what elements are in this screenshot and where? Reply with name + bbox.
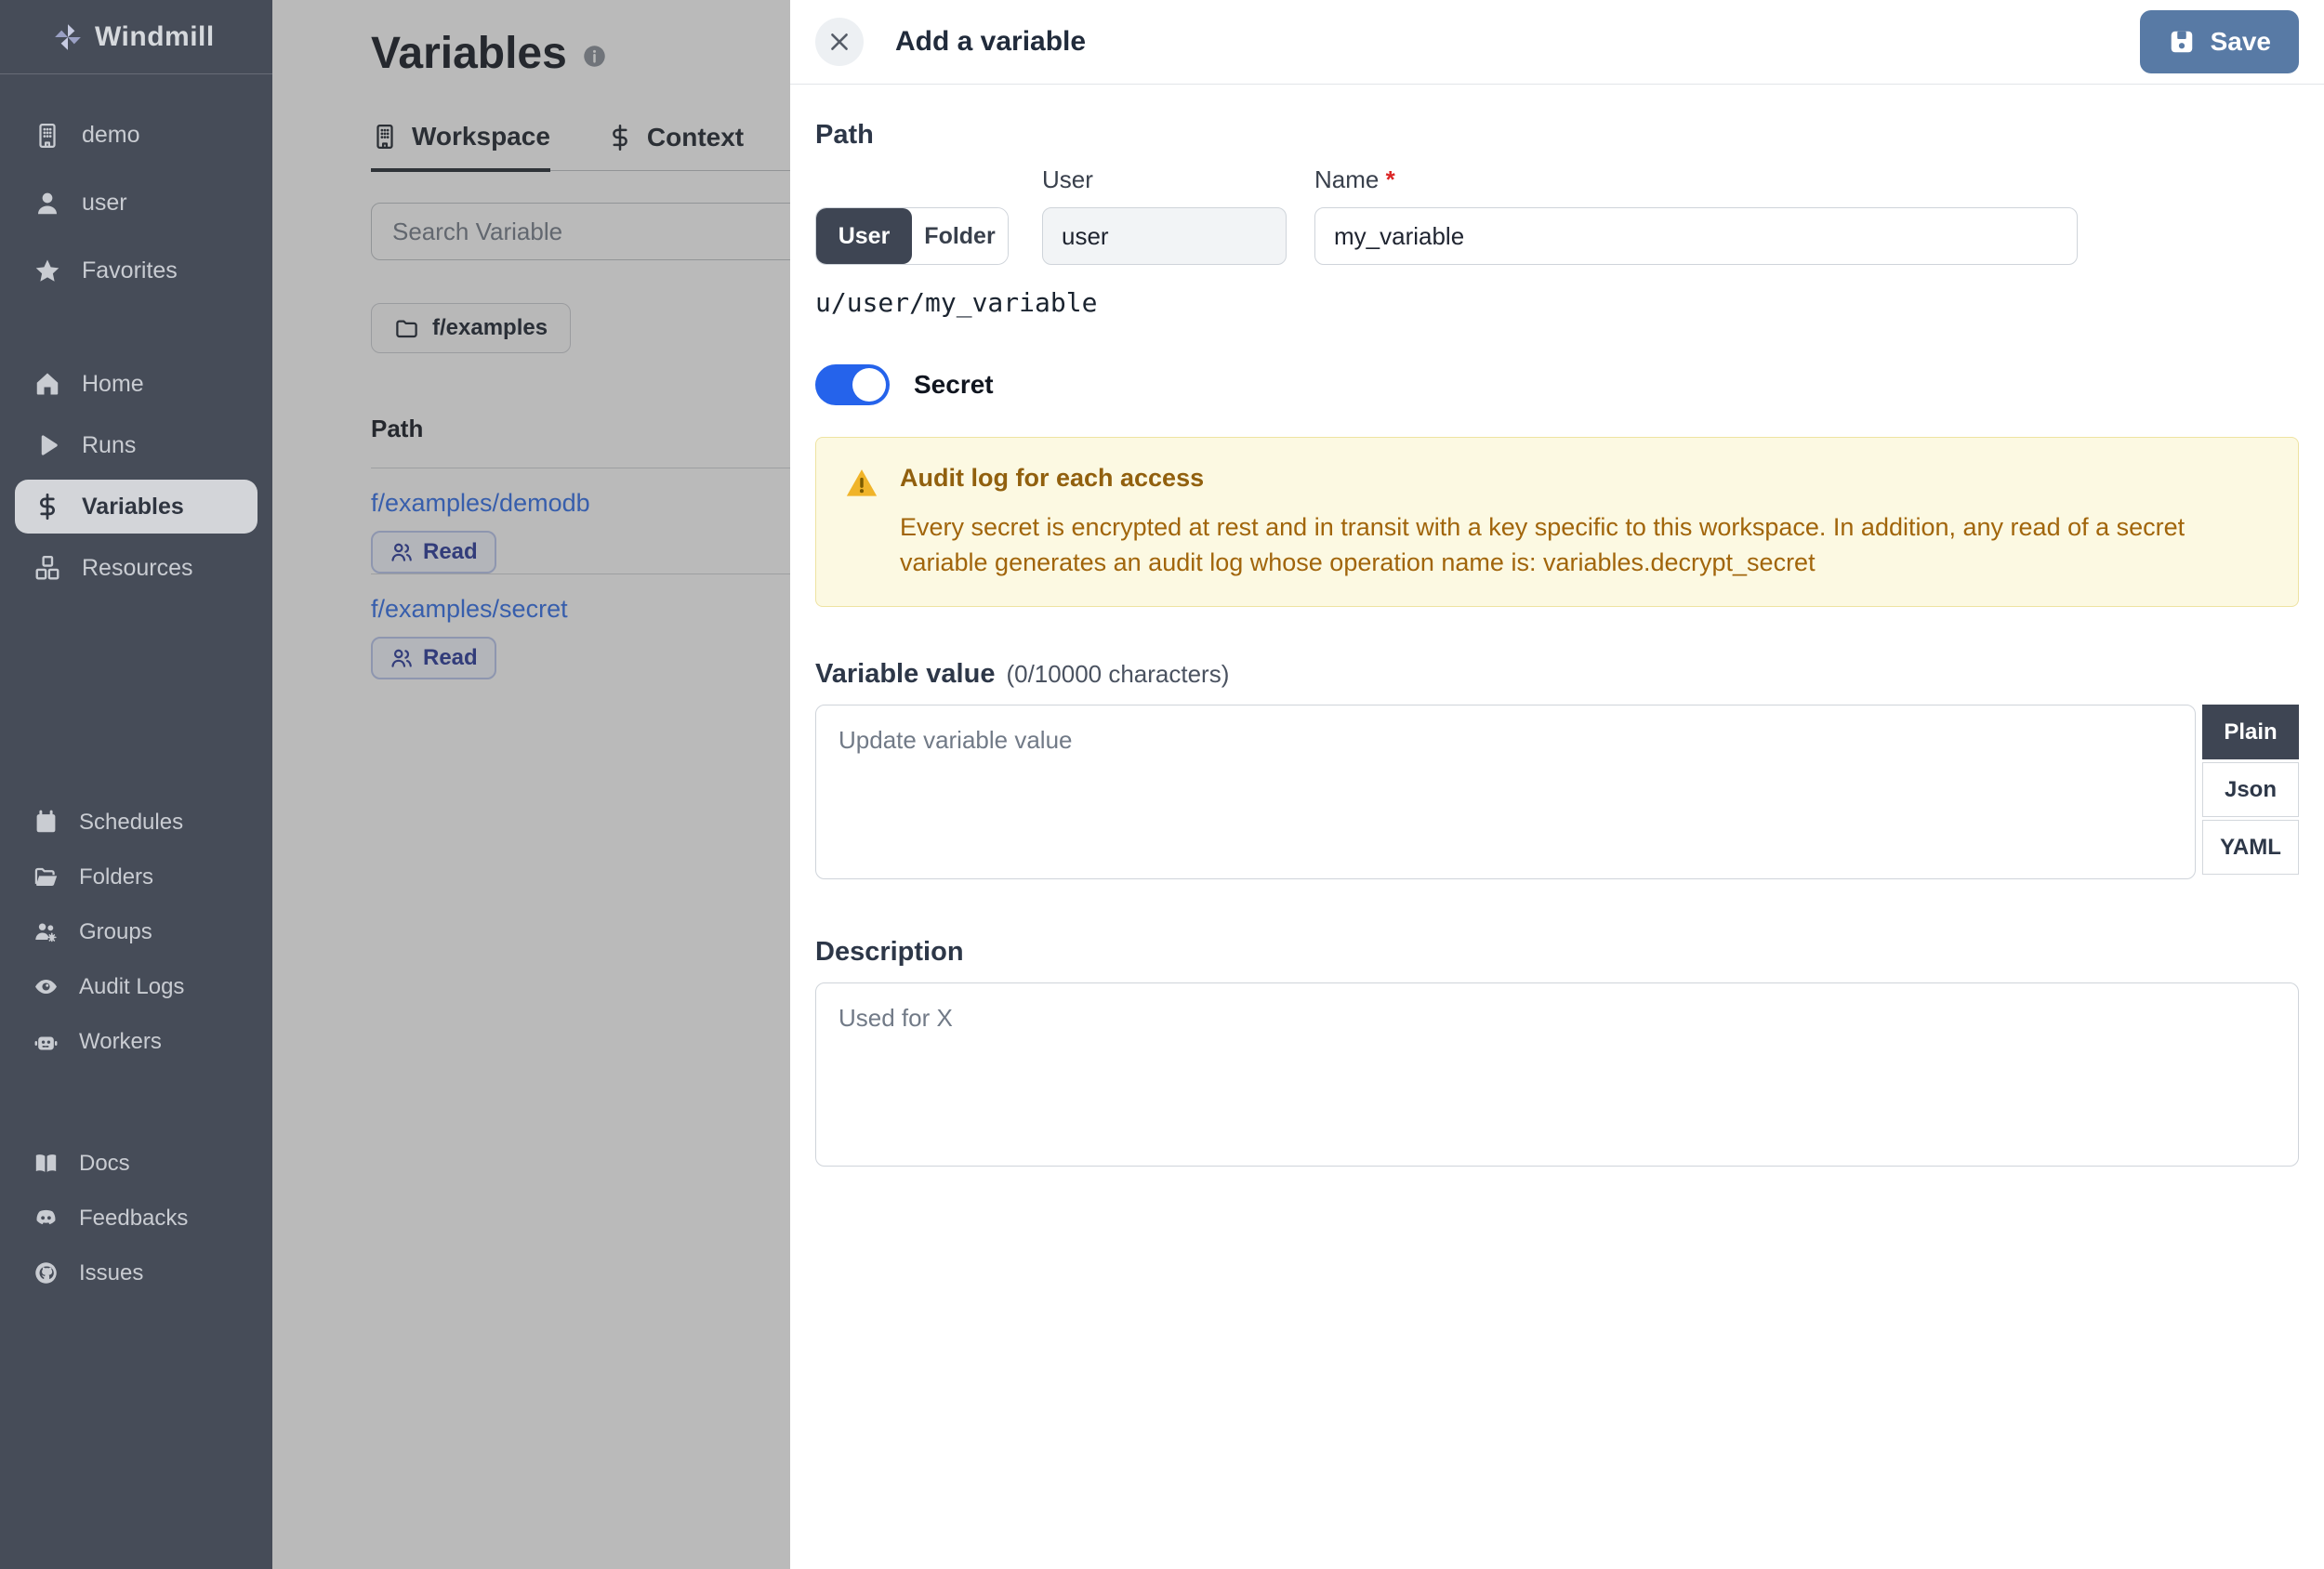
required-asterisk: * — [1385, 165, 1395, 193]
logo-text: Windmill — [95, 20, 215, 52]
sidebar-footer-group: Docs Feedbacks Issues — [0, 1136, 272, 1300]
variable-value-heading: Variable value — [815, 659, 996, 689]
calendar-icon — [33, 810, 59, 835]
sidebar-item-label: Feedbacks — [79, 1205, 189, 1231]
github-icon — [33, 1260, 59, 1286]
description-heading: Description — [815, 937, 964, 967]
variable-value-textarea[interactable] — [815, 705, 2196, 879]
drawer-header: Add a variable Save — [790, 0, 2324, 85]
owner-kind-toggle: User Folder — [815, 207, 1009, 265]
format-tab-plain[interactable]: Plain — [2202, 705, 2299, 759]
format-tab-json[interactable]: Json — [2202, 762, 2299, 817]
drawer-backdrop[interactable] — [272, 0, 790, 1569]
robot-icon — [33, 1029, 59, 1054]
sidebar-item-groups[interactable]: Groups — [0, 904, 272, 959]
building-icon — [33, 122, 61, 150]
eye-icon — [33, 974, 59, 999]
sidebar-item-label: Runs — [82, 431, 137, 458]
play-icon — [33, 431, 61, 459]
sidebar-item-label: Issues — [79, 1259, 144, 1286]
sidebar-item-label: user — [82, 190, 127, 216]
sidebar-item-label: Docs — [79, 1150, 130, 1176]
owner-kind-folder-button[interactable]: Folder — [912, 208, 1008, 264]
format-tab-yaml[interactable]: YAML — [2202, 820, 2299, 875]
sidebar-item-label: Variables — [82, 493, 184, 520]
save-icon — [2168, 28, 2196, 56]
description-textarea[interactable] — [815, 982, 2299, 1167]
sidebar-item-label: Groups — [79, 918, 152, 944]
sidebar-item-docs[interactable]: Docs — [0, 1136, 272, 1191]
drawer-title: Add a variable — [895, 26, 1087, 57]
secret-toggle[interactable] — [815, 364, 890, 405]
path-fields-row: User Folder User Name * — [815, 165, 2299, 265]
add-variable-drawer: Add a variable Save Path User Folder Use… — [790, 0, 2324, 1569]
sidebar-nav-group: Home Runs Variables Resources — [0, 353, 272, 599]
sidebar-item-favorites[interactable]: Favorites — [0, 237, 272, 305]
sidebar-workspace-group: demo user Favorites — [0, 101, 272, 305]
full-path-preview: u/user/my_variable — [815, 287, 1098, 318]
close-icon — [831, 33, 848, 50]
sidebar-item-feedbacks[interactable]: Feedbacks — [0, 1191, 272, 1246]
dollar-icon — [33, 493, 61, 521]
user-icon — [33, 190, 61, 218]
sidebar-admin-group: Schedules Folders Groups Audit Logs Work… — [0, 795, 272, 1069]
sidebar-item-label: Audit Logs — [79, 973, 185, 999]
format-tabs: Plain Json YAML — [2202, 705, 2299, 875]
boxes-icon — [33, 554, 61, 582]
owner-kind-user-button[interactable]: User — [816, 208, 912, 264]
name-field-label: Name * — [1314, 165, 1395, 193]
name-field[interactable] — [1314, 207, 2078, 265]
sidebar-item-variables[interactable]: Variables — [15, 480, 257, 534]
value-editor: Plain Json YAML — [815, 705, 2299, 879]
sidebar-item-runs[interactable]: Runs — [0, 415, 272, 476]
secret-toggle-label: Secret — [914, 370, 994, 399]
sidebar-item-label: Schedules — [79, 809, 184, 835]
sidebar-item-workers[interactable]: Workers — [0, 1014, 272, 1069]
sidebar-item-label: Resources — [82, 554, 193, 581]
discord-icon — [33, 1206, 59, 1231]
user-field-label: User — [1042, 165, 1093, 193]
save-button[interactable]: Save — [2139, 10, 2299, 73]
book-icon — [33, 1151, 59, 1176]
sidebar-item-user[interactable]: user — [0, 169, 272, 237]
secret-row: Secret — [815, 364, 2299, 405]
sidebar: Windmill demo user Favorites Home Runs V… — [0, 0, 272, 1569]
character-counter: (0/10000 characters) — [1006, 660, 1230, 688]
warning-title: Audit log for each access — [900, 464, 1205, 492]
sidebar-item-home[interactable]: Home — [0, 353, 272, 415]
warning-body: Every secret is encrypted at rest and in… — [900, 513, 2185, 576]
sidebar-item-label: Folders — [79, 864, 154, 890]
close-button[interactable] — [815, 18, 864, 66]
sidebar-item-audit-logs[interactable]: Audit Logs — [0, 959, 272, 1014]
sidebar-item-schedules[interactable]: Schedules — [0, 795, 272, 850]
folder-open-icon — [33, 864, 59, 890]
users-gear-icon — [33, 919, 59, 944]
toggle-knob — [852, 368, 886, 402]
sidebar-item-issues[interactable]: Issues — [0, 1246, 272, 1300]
home-icon — [33, 370, 61, 398]
audit-log-warning: Audit log for each access Every secret i… — [815, 437, 2299, 607]
logo[interactable]: Windmill — [0, 0, 272, 74]
star-icon — [33, 257, 61, 285]
sidebar-item-label: demo — [82, 122, 140, 148]
path-section-heading: Path — [815, 120, 874, 150]
sidebar-item-label: Workers — [79, 1028, 162, 1054]
sidebar-item-label: Home — [82, 370, 144, 397]
windmill-logo-icon — [52, 21, 84, 53]
sidebar-item-label: Favorites — [82, 257, 178, 283]
sidebar-item-resources[interactable]: Resources — [0, 537, 272, 599]
save-button-label: Save — [2210, 27, 2271, 56]
app-window: Windmill demo user Favorites Home Runs V… — [0, 0, 2324, 1569]
sidebar-item-folders[interactable]: Folders — [0, 850, 272, 904]
warning-triangle-icon — [844, 466, 879, 501]
sidebar-item-demo[interactable]: demo — [0, 101, 272, 169]
user-field[interactable] — [1042, 207, 1287, 265]
